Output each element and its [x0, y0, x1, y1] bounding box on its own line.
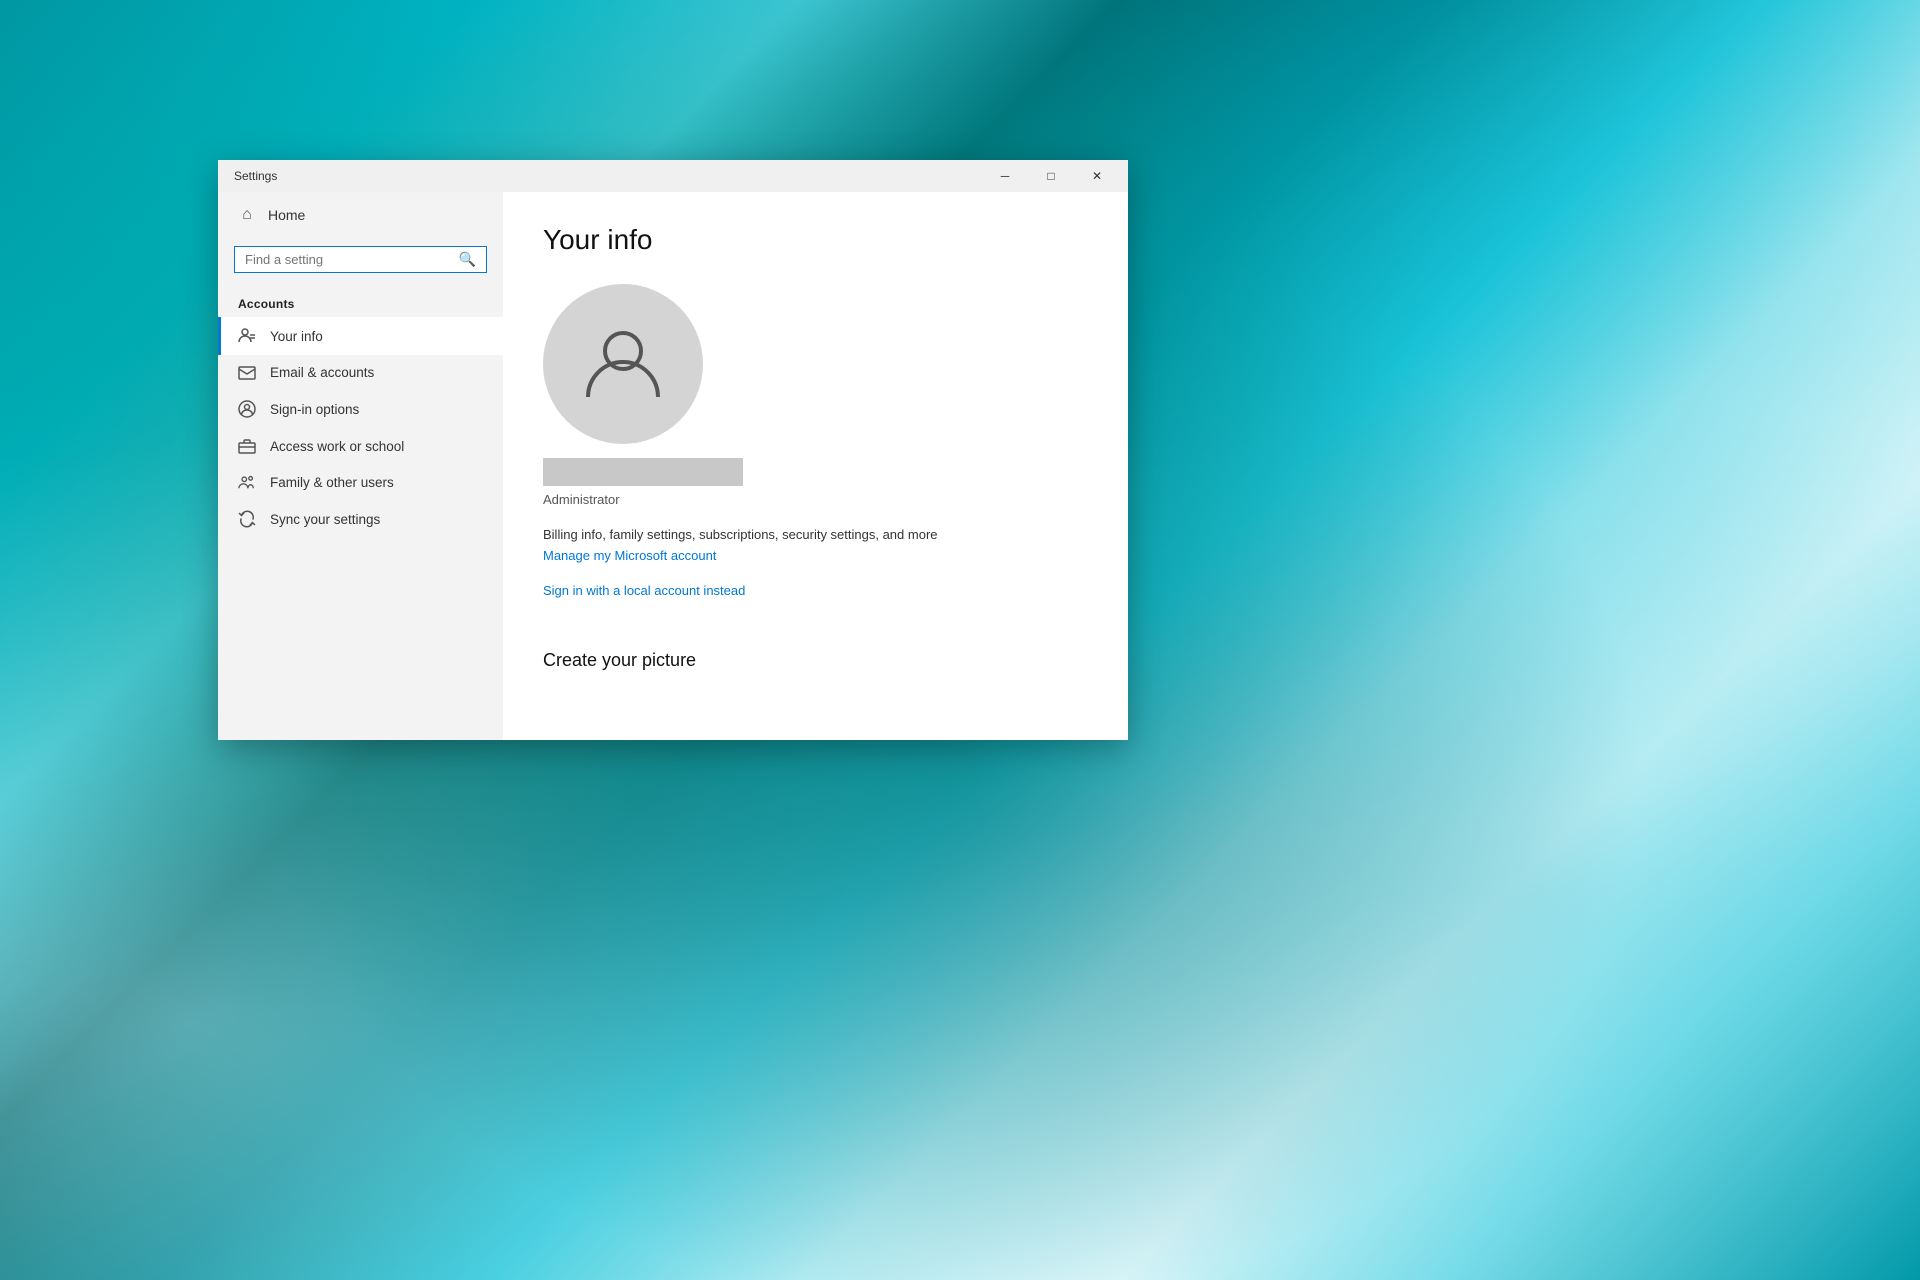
briefcase-icon — [238, 438, 256, 454]
sidebar-item-sync[interactable]: Sync your settings — [218, 500, 503, 538]
sidebar-item-your-info[interactable]: Your info — [218, 317, 503, 355]
maximize-button[interactable]: □ — [1028, 160, 1074, 192]
manage-microsoft-account-link[interactable]: Manage my Microsoft account — [543, 548, 716, 563]
search-icon: 🔍 — [459, 251, 476, 268]
window-title: Settings — [234, 169, 277, 183]
avatar-icon — [578, 319, 668, 409]
user-role: Administrator — [543, 492, 620, 507]
minimize-button[interactable]: ─ — [982, 160, 1028, 192]
search-input[interactable] — [245, 252, 459, 267]
avatar-section: Administrator Billing info, family setti… — [543, 284, 1088, 626]
person-list-icon — [238, 327, 256, 345]
title-bar: Settings ─ □ ✕ — [218, 160, 1128, 192]
sidebar-item-family[interactable]: Family & other users — [218, 464, 503, 500]
local-account-link[interactable]: Sign in with a local account instead — [543, 583, 745, 598]
email-accounts-label: Email & accounts — [270, 365, 374, 380]
family-icon — [238, 474, 256, 490]
sync-label: Sync your settings — [270, 512, 380, 527]
sync-icon — [238, 510, 256, 528]
window-controls: ─ □ ✕ — [982, 160, 1120, 192]
family-label: Family & other users — [270, 475, 394, 490]
home-icon — [238, 206, 256, 224]
username-bar — [543, 458, 743, 486]
search-box[interactable]: 🔍 — [234, 246, 487, 273]
billing-info: Billing info, family settings, subscript… — [543, 527, 938, 542]
sidebar-item-access-work[interactable]: Access work or school — [218, 428, 503, 464]
sidebar-item-email-accounts[interactable]: Email & accounts — [218, 355, 503, 390]
main-panel: Your info Administrator Billing info, fa… — [503, 192, 1128, 740]
create-picture-title: Create your picture — [543, 650, 1088, 671]
home-label: Home — [268, 207, 305, 223]
page-title: Your info — [543, 224, 1088, 256]
your-info-label: Your info — [270, 329, 323, 344]
sign-in-label: Sign-in options — [270, 402, 359, 417]
access-work-label: Access work or school — [270, 439, 404, 454]
avatar — [543, 284, 703, 444]
settings-window: Settings ─ □ ✕ Home 🔍 Accounts — [218, 160, 1128, 740]
sidebar-home[interactable]: Home — [218, 192, 503, 238]
close-button[interactable]: ✕ — [1074, 160, 1120, 192]
sign-in-icon — [238, 400, 256, 418]
sidebar: Home 🔍 Accounts Your inf — [218, 192, 503, 740]
sidebar-section-title: Accounts — [218, 289, 503, 317]
email-icon — [238, 366, 256, 380]
sidebar-item-sign-in[interactable]: Sign-in options — [218, 390, 503, 428]
window-content: Home 🔍 Accounts Your inf — [218, 192, 1128, 740]
